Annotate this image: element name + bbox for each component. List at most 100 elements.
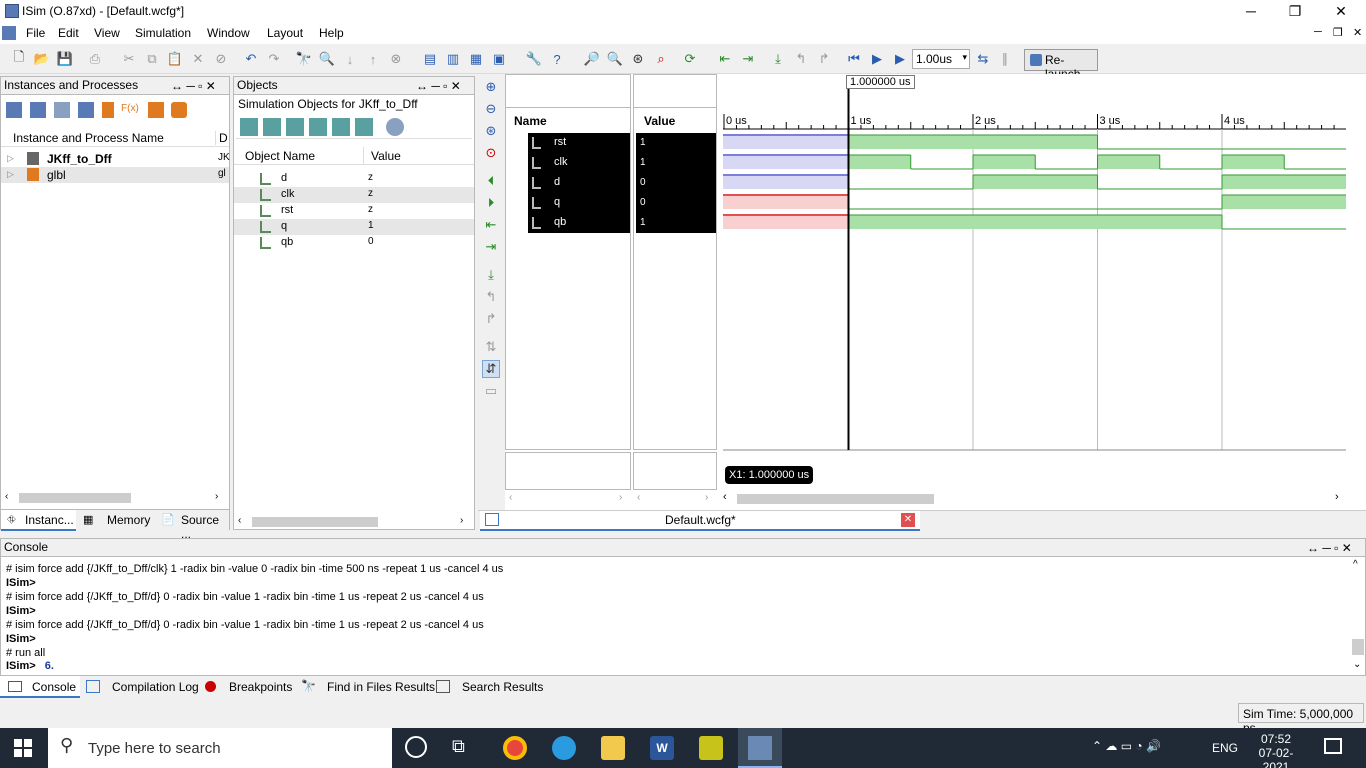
menu-window[interactable]: Window — [207, 26, 250, 40]
new-icon[interactable]: 🗋 — [10, 49, 28, 68]
undo-icon[interactable]: ↶ — [242, 50, 260, 68]
chrome-icon[interactable] — [503, 736, 527, 760]
inout-filter-icon[interactable] — [286, 118, 304, 136]
scroll-thumb[interactable] — [252, 517, 378, 527]
help-icon[interactable]: ? — [548, 50, 566, 68]
tab-search-results[interactable]: Search Results — [436, 680, 543, 694]
minimize-button[interactable]: ─ — [1228, 0, 1274, 22]
scroll-right-icon[interactable]: › — [619, 492, 622, 503]
cut-icon[interactable]: ✂ — [120, 50, 138, 68]
delete-icon[interactable]: ✕ — [189, 50, 207, 68]
console-prompt-line[interactable]: ISim> 6. — [6, 660, 54, 672]
ruler-icon[interactable]: ▭ — [482, 382, 500, 400]
notifications-icon[interactable] — [1324, 738, 1342, 754]
save-icon[interactable]: 💾 — [56, 50, 74, 68]
scroll-thumb[interactable] — [1352, 639, 1364, 655]
tile-vertical-icon[interactable]: ▦ — [467, 50, 485, 68]
step-over-icon[interactable]: ↱ — [815, 50, 833, 68]
menu-file[interactable]: File — [26, 26, 45, 40]
taskbar-search-box[interactable]: ⚲ Type here to search — [48, 728, 392, 768]
scroll-left-icon[interactable]: ‹ — [637, 492, 640, 503]
language-indicator[interactable]: ENG — [1212, 741, 1238, 755]
clear-icon[interactable]: ⊗ — [387, 50, 405, 68]
snap-icon[interactable]: ⇵ — [482, 360, 500, 378]
expand-icon[interactable]: ▷ — [7, 169, 14, 180]
file-explorer-icon[interactable] — [601, 736, 625, 760]
console-vertical-scrollbar[interactable]: ^ ⌄ — [1351, 559, 1365, 673]
zoom-in-icon[interactable]: ⊕ — [482, 78, 500, 96]
scroll-right-icon[interactable]: › — [460, 515, 463, 526]
properties-icon[interactable]: 🔧 — [525, 50, 543, 68]
zoom-cursor-icon[interactable]: ⌕ — [652, 50, 670, 68]
wave-horizontal-scrollbar[interactable]: ‹ › — [723, 491, 1346, 506]
list-item[interactable]: qb 0 — [234, 235, 474, 251]
tab-compilation-log[interactable]: Compilation Log — [86, 680, 199, 694]
maximize-panel-icon[interactable]: ↔ ─ ▫ ✕ — [171, 78, 216, 94]
next-marker-icon[interactable]: ↱ — [482, 310, 500, 328]
list-item[interactable]: rst z — [234, 203, 474, 219]
run-time-select[interactable]: 1.00us ▾ — [912, 49, 970, 69]
settings-filter-icon[interactable] — [386, 118, 404, 136]
menu-view[interactable]: View — [94, 26, 120, 40]
objects-panel-controls-icon[interactable]: ↔ ─ ▫ ✕ — [416, 78, 461, 94]
col-object-value[interactable]: Value — [363, 147, 401, 165]
restart-sim-icon[interactable]: ⏮ — [845, 50, 863, 68]
name-pane-scrollbar[interactable]: ‹ › — [509, 492, 629, 506]
list-item[interactable]: q 1 — [234, 219, 474, 235]
print-icon[interactable]: ⎙ — [86, 50, 104, 68]
refresh-icon[interactable]: ⟳ — [681, 50, 699, 68]
waveform-area[interactable]: 0 us 1 us 2 us 3 us 4 us 1.000000 us — [723, 74, 1347, 451]
waveform-canvas[interactable]: 0 us 1 us 2 us 3 us 4 us — [723, 74, 1347, 451]
signal-name-row[interactable]: rst — [528, 133, 630, 153]
col-description[interactable]: D — [215, 131, 228, 145]
open-icon[interactable]: 📂 — [33, 50, 51, 68]
scroll-left-icon[interactable]: ‹ — [5, 491, 8, 502]
menu-help[interactable]: Help — [319, 26, 344, 40]
table-row[interactable]: ▷ glbl gl — [1, 167, 229, 183]
always-tool-icon[interactable] — [78, 102, 94, 118]
run-all-icon[interactable]: ⇥ — [739, 50, 757, 68]
block-tool-icon[interactable] — [102, 102, 114, 118]
menu-edit[interactable]: Edit — [58, 26, 79, 40]
scroll-left-icon[interactable]: ‹ — [509, 492, 512, 503]
relaunch-button[interactable]: Re-launch — [1024, 49, 1098, 81]
task-tool-icon[interactable] — [148, 102, 164, 118]
scroll-left-icon[interactable]: ‹ — [238, 515, 241, 526]
step-icon[interactable]: ⤓ — [769, 50, 787, 68]
signal-name-row[interactable]: clk — [528, 153, 630, 173]
signal-name-row[interactable]: qb — [528, 213, 630, 233]
window-icon[interactable]: ▣ — [490, 50, 508, 68]
arrow-down-icon[interactable]: ↓ — [341, 50, 359, 68]
console-input[interactable]: 6. — [45, 660, 54, 672]
zoom-in-icon[interactable]: 🔎 — [583, 50, 601, 68]
list-item[interactable]: clk z — [234, 187, 474, 203]
scroll-thumb[interactable] — [19, 493, 131, 503]
mdi-minimize-button[interactable]: ─ — [1314, 26, 1322, 38]
copy-icon[interactable]: ⧉ — [143, 50, 161, 68]
internal-filter-icon[interactable] — [309, 118, 327, 136]
refresh-tool-icon[interactable] — [171, 102, 187, 118]
scroll-right-icon[interactable]: › — [215, 491, 218, 502]
tab-instances[interactable]: ⛗ Instanc... — [1, 510, 76, 531]
scroll-left-icon[interactable]: ‹ — [723, 491, 727, 503]
objects-horizontal-scrollbar[interactable]: ‹ › — [238, 515, 470, 529]
tab-memory[interactable]: ▦ Memory — [83, 513, 150, 527]
maximize-button[interactable]: ❐ — [1272, 0, 1318, 22]
go-start-icon[interactable]: ⏴ — [482, 172, 500, 190]
prev-transition-icon[interactable]: ⇤ — [482, 216, 500, 234]
col-instance-name[interactable]: Instance and Process Name — [13, 131, 164, 145]
task-view-icon[interactable]: ⧉ — [452, 736, 465, 757]
scroll-down-icon[interactable]: ⌄ — [1353, 659, 1361, 670]
zoom-out-icon[interactable]: 🔍 — [606, 50, 624, 68]
signal-name-row[interactable]: q — [528, 193, 630, 213]
menu-simulation[interactable]: Simulation — [135, 26, 191, 40]
step-in-icon[interactable]: ⇆ — [974, 50, 992, 68]
col-object-name[interactable]: Object Name — [245, 149, 315, 163]
input-filter-icon[interactable] — [240, 118, 258, 136]
close-tab-icon[interactable]: ✕ — [901, 513, 915, 527]
zoom-cursor-icon[interactable]: ⊙ — [482, 144, 500, 162]
find-in-files-icon[interactable]: 🔍 — [318, 50, 336, 68]
add-marker-icon[interactable]: ⤓ — [482, 266, 500, 284]
output-filter-icon[interactable] — [263, 118, 281, 136]
process-tool-icon[interactable] — [30, 102, 46, 118]
